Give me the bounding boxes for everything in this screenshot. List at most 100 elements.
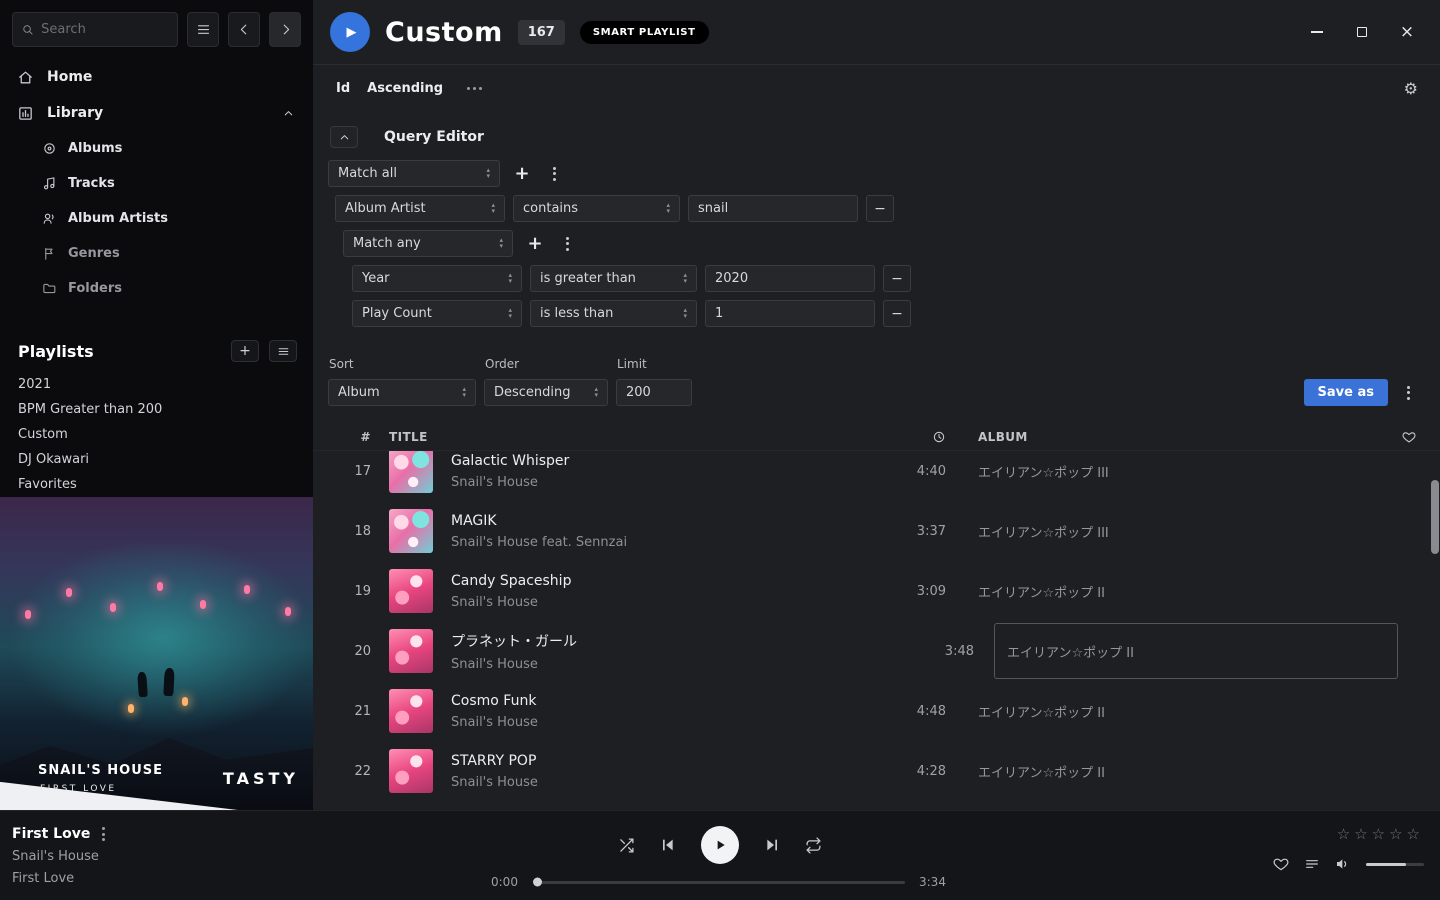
rule-menu-icon[interactable] xyxy=(557,230,577,257)
chevron-up-icon xyxy=(338,131,351,144)
track-album[interactable]: エイリアン☆ポップ III xyxy=(978,451,1398,501)
settings-gear-icon[interactable]: ⚙ xyxy=(1404,79,1418,98)
limit-input[interactable] xyxy=(616,379,692,406)
sidebar-item-folders[interactable]: Folders xyxy=(0,271,313,306)
seek-knob[interactable] xyxy=(533,878,542,887)
menu-button[interactable] xyxy=(187,12,219,47)
repeat-button[interactable] xyxy=(805,837,822,854)
track-album[interactable]: エイリアン☆ポップ II xyxy=(978,741,1398,801)
favorite-heart-icon[interactable] xyxy=(1273,856,1289,872)
table-row[interactable]: 19 Candy Spaceship Snail's House 3:09 エイ… xyxy=(313,561,1440,621)
column-title[interactable]: TITLE xyxy=(389,430,876,444)
rule-operator-select[interactable]: contains ▴▾ xyxy=(513,195,680,222)
seek-bar[interactable] xyxy=(535,881,905,884)
table-row[interactable]: 21 Cosmo Funk Snail's House 4:48 エイリアン☆ポ… xyxy=(313,681,1440,741)
playlist-item[interactable]: DJ Okawari xyxy=(18,447,295,472)
maximize-button[interactable] xyxy=(1355,25,1369,39)
playlist-item[interactable]: 2021 xyxy=(18,372,295,397)
sidebar-item-albums[interactable]: Albums xyxy=(0,131,313,166)
table-row[interactable]: 22 STARRY POP Snail's House 4:28 エイリアン☆ポ… xyxy=(313,741,1440,801)
save-menu-icon[interactable] xyxy=(1398,379,1418,406)
add-rule-button[interactable]: + xyxy=(508,160,536,187)
sidebar-item-library[interactable]: Library xyxy=(0,95,313,131)
table-row[interactable]: 17 Galactic Whisper Snail's House 4:40 エ… xyxy=(313,451,1440,501)
sidebar-item-album-artists[interactable]: Album Artists xyxy=(0,201,313,236)
rule-field-select[interactable]: Album Artist ▴▾ xyxy=(335,195,505,222)
track-album[interactable]: エイリアン☆ポップ II xyxy=(978,561,1398,621)
sidebar-item-home[interactable]: Home xyxy=(0,59,313,95)
previous-button[interactable] xyxy=(660,837,676,853)
rule-field-select[interactable]: Play Count ▴▾ xyxy=(352,300,522,327)
track-artist: Snail's House xyxy=(451,595,876,610)
sort-select[interactable]: Album ▴▾ xyxy=(328,379,476,406)
track-album-label: エイリアン☆ポップ II xyxy=(1007,642,1134,661)
rule-operator-value: contains xyxy=(523,201,660,216)
column-favorite[interactable] xyxy=(1398,430,1440,444)
volume-icon[interactable] xyxy=(1335,856,1351,872)
rule-field-value: Play Count xyxy=(362,306,502,321)
track-album[interactable]: エイリアン☆ポップ II xyxy=(994,623,1398,679)
sidebar-item-genres[interactable]: Genres xyxy=(0,236,313,271)
track-album-label: エイリアン☆ポップ III xyxy=(978,462,1109,481)
column-index[interactable]: # xyxy=(313,430,371,444)
rule-operator-select[interactable]: is greater than ▴▾ xyxy=(530,265,697,292)
track-menu-icon[interactable] xyxy=(102,827,105,841)
play-playlist-button[interactable]: ▶ xyxy=(330,12,370,52)
volume-slider[interactable] xyxy=(1366,863,1424,866)
add-playlist-button[interactable]: + xyxy=(231,340,259,362)
playlist-view-button[interactable] xyxy=(269,340,297,362)
close-button[interactable]: × xyxy=(1400,25,1414,39)
minimize-button[interactable] xyxy=(1310,25,1324,39)
now-playing-track[interactable]: First Love xyxy=(12,826,90,842)
next-button[interactable] xyxy=(764,837,780,853)
now-playing-album[interactable]: First Love xyxy=(12,871,105,886)
search-input[interactable] xyxy=(41,22,168,37)
rule-value-input[interactable] xyxy=(705,265,875,292)
sidebar-nav: Home Library Albums Tracks Album Artists xyxy=(0,59,313,306)
add-rule-button[interactable]: + xyxy=(521,230,549,257)
sort-direction-button[interactable]: Ascending xyxy=(367,81,443,96)
rating-stars[interactable]: ☆☆☆☆☆ xyxy=(1337,825,1424,843)
forward-button[interactable] xyxy=(269,12,301,47)
rule-menu-icon[interactable] xyxy=(544,160,564,187)
match-mode-select[interactable]: Match all ▴▾ xyxy=(328,160,500,187)
sort-field-button[interactable]: Id xyxy=(336,81,350,96)
sidebar-item-tracks[interactable]: Tracks xyxy=(0,166,313,201)
playlist-item[interactable]: BPM Greater than 200 xyxy=(18,397,295,422)
scrollbar-thumb[interactable] xyxy=(1431,480,1439,554)
track-album[interactable]: エイリアン☆ポップ II xyxy=(978,681,1398,741)
track-album[interactable]: エイリアン☆ポップ III xyxy=(978,501,1398,561)
playlist-item[interactable]: Favorites xyxy=(18,472,295,497)
rule-value-input[interactable] xyxy=(705,300,875,327)
playlist-item[interactable]: Custom xyxy=(18,422,295,447)
repeat-icon xyxy=(805,837,822,854)
updown-icon: ▴▾ xyxy=(594,387,598,398)
minimize-icon xyxy=(1311,31,1323,33)
progress-row: 0:00 3:34 xyxy=(491,875,949,889)
column-album[interactable]: ALBUM xyxy=(978,430,1398,444)
sort-group: Sort Album ▴▾ xyxy=(328,357,476,406)
table-row[interactable]: 18 MAGIK Snail's House feat. Sennzai 3:3… xyxy=(313,501,1440,561)
shuffle-button[interactable] xyxy=(618,837,635,854)
rule-field-select[interactable]: Year ▴▾ xyxy=(352,265,522,292)
remove-rule-button[interactable]: − xyxy=(883,265,911,292)
order-select[interactable]: Descending ▴▾ xyxy=(484,379,608,406)
table-row[interactable]: 20 プラネット・ガール Snail's House 3:48 エイリアン☆ポッ… xyxy=(313,621,1440,681)
order-group: Order Descending ▴▾ xyxy=(484,357,608,406)
now-playing-artist[interactable]: Snail's House xyxy=(12,849,105,864)
now-playing-album-art[interactable]: SNAIL'S HOUSE FIRST LOVE TASTY xyxy=(0,497,313,810)
rule-operator-select[interactable]: is less than ▴▾ xyxy=(530,300,697,327)
search-box[interactable] xyxy=(12,12,178,47)
remove-rule-button[interactable]: − xyxy=(883,300,911,327)
queue-icon[interactable] xyxy=(1304,856,1320,872)
rule-value-input[interactable] xyxy=(688,195,858,222)
column-duration[interactable] xyxy=(876,430,946,444)
chevron-up-icon[interactable] xyxy=(282,107,295,120)
save-as-button[interactable]: Save as xyxy=(1304,379,1388,406)
remove-rule-button[interactable]: − xyxy=(866,195,894,222)
play-pause-button[interactable] xyxy=(701,826,739,864)
more-options-icon[interactable] xyxy=(467,87,482,90)
group-match-select[interactable]: Match any ▴▾ xyxy=(343,230,513,257)
collapse-button[interactable] xyxy=(330,126,358,148)
back-button[interactable] xyxy=(228,12,260,47)
